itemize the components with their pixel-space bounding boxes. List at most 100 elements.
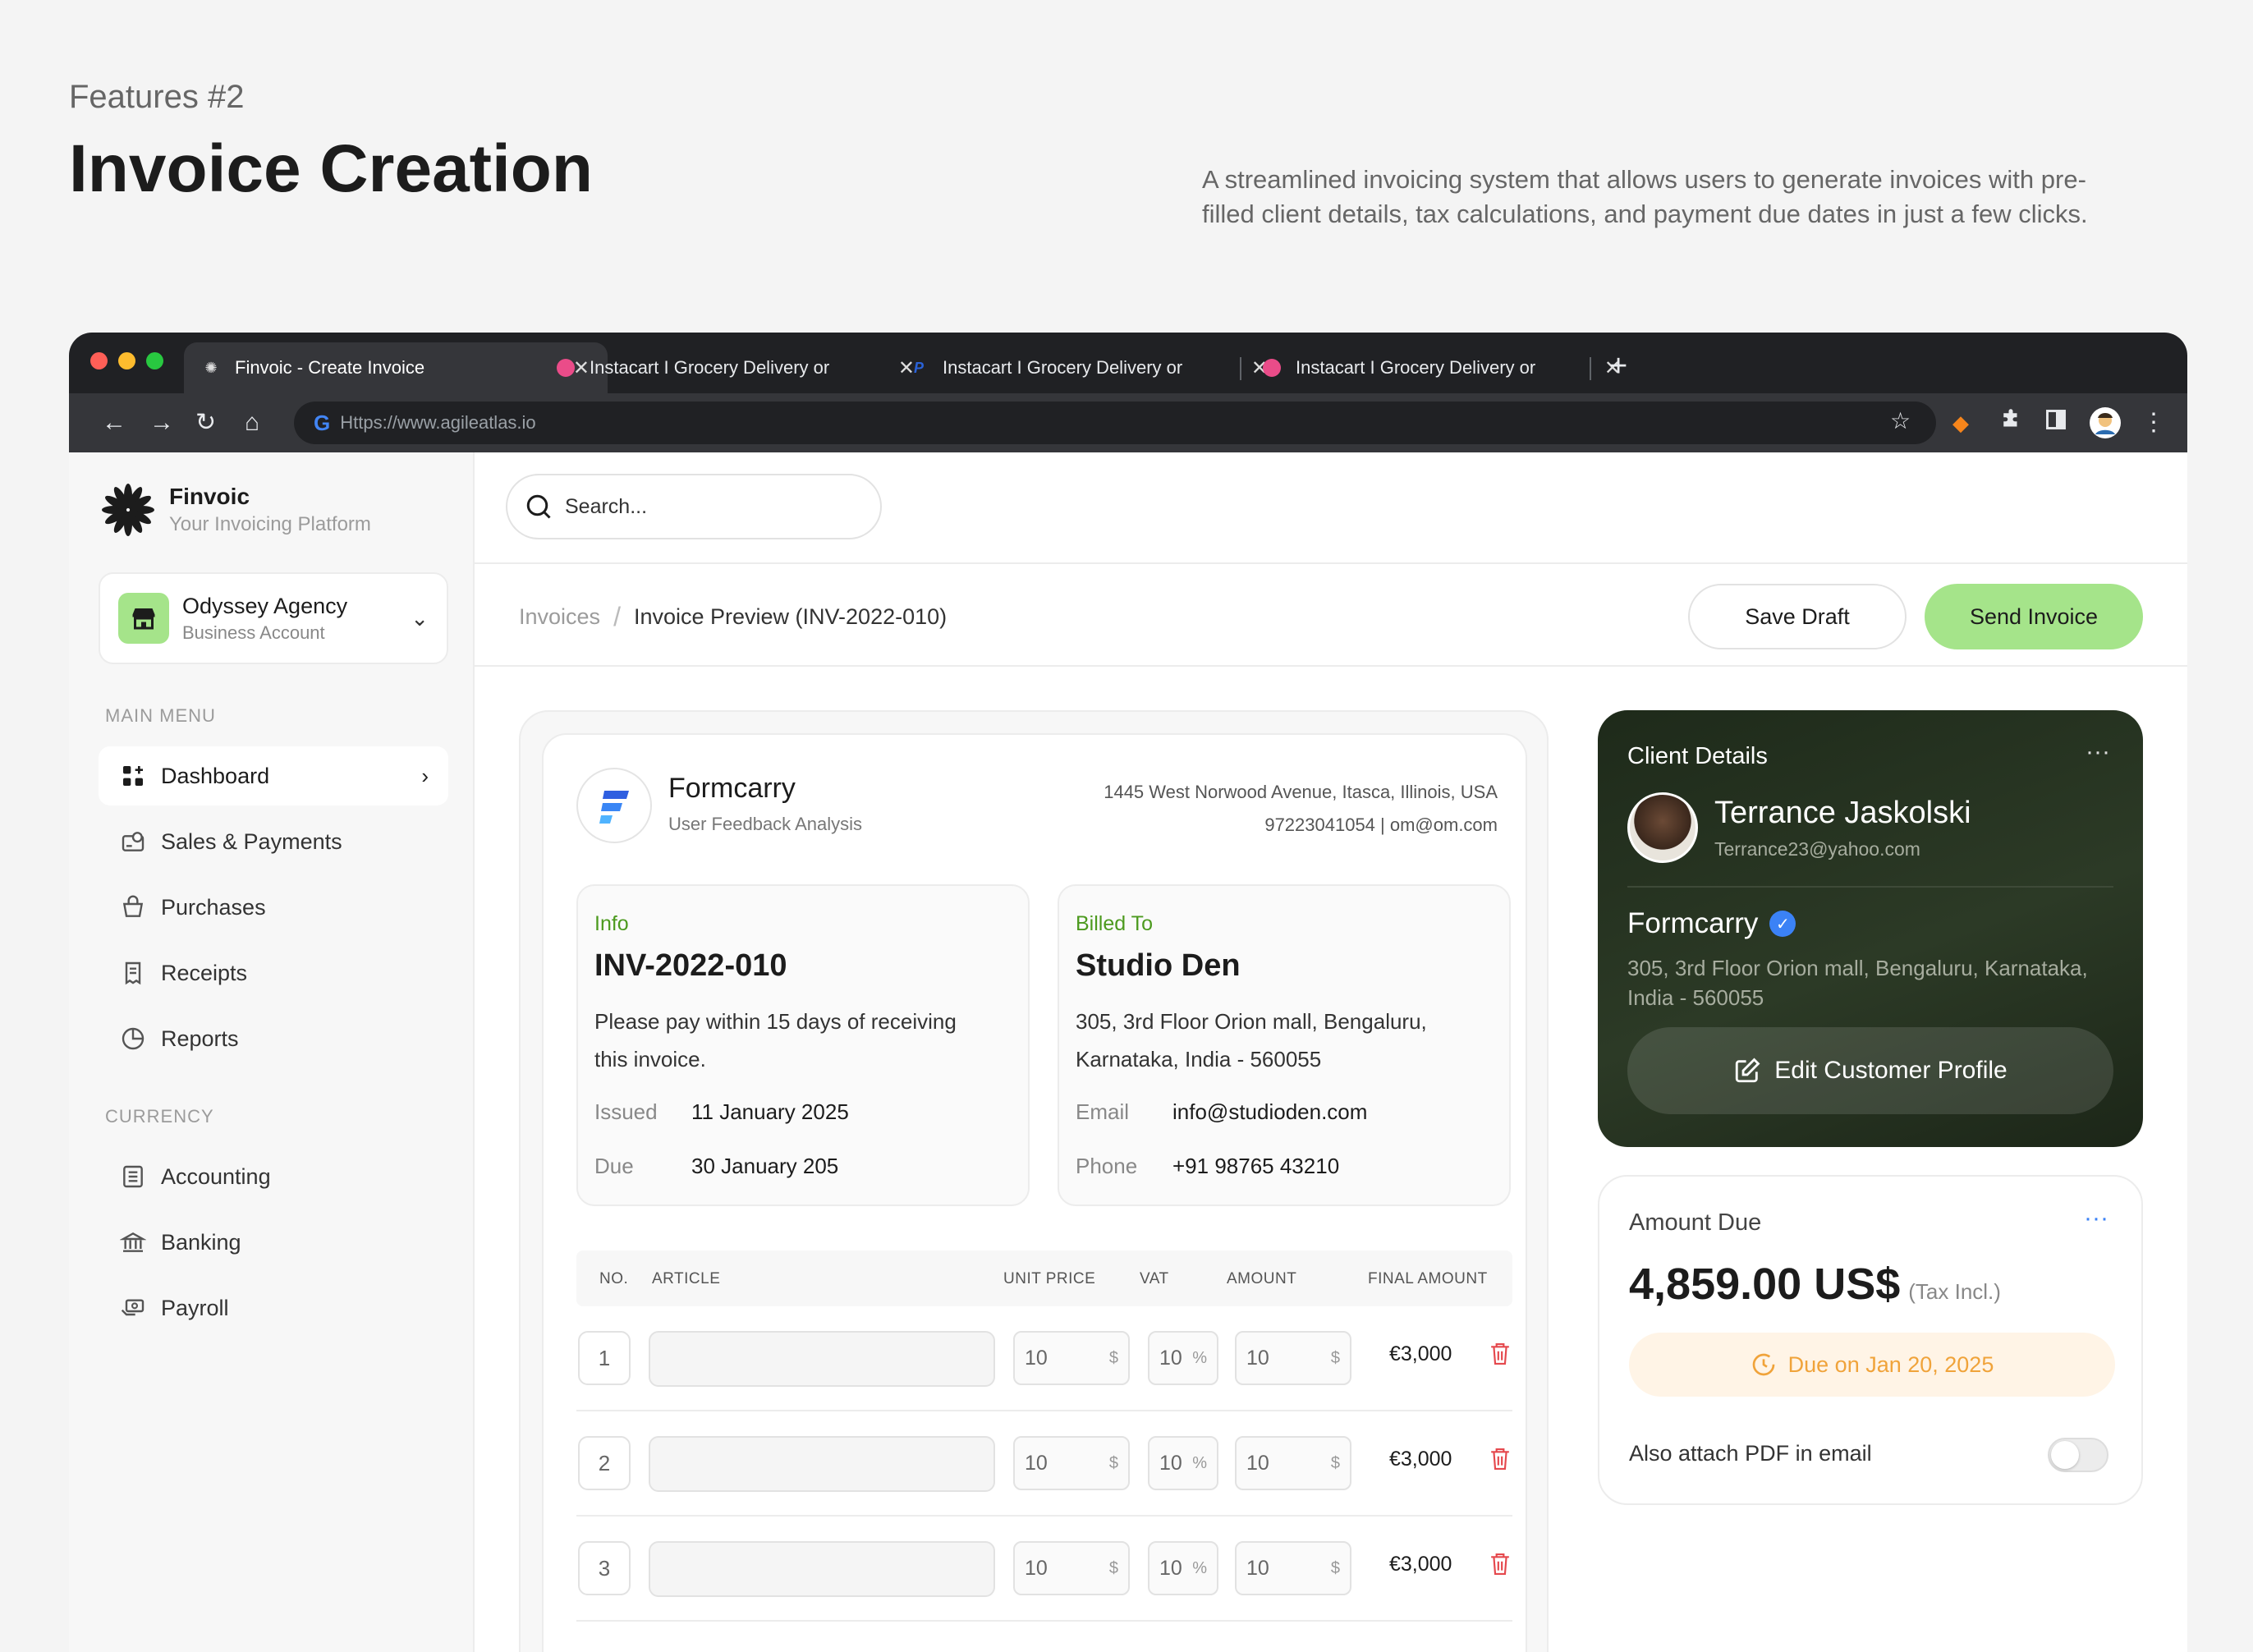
due-label: Due	[594, 1154, 634, 1178]
attach-pdf-toggle[interactable]	[2048, 1438, 2108, 1472]
client-email: Terrance23@yahoo.com	[1714, 838, 1920, 860]
browser-menu-icon[interactable]: ⋮	[2141, 408, 2166, 438]
table-row: 1 10 $ 10% 10 $ €3,000	[576, 1306, 1512, 1411]
article-input[interactable]	[649, 1541, 995, 1597]
company-subtitle: User Feedback Analysis	[668, 814, 862, 834]
final-amount: €3,000	[1389, 1342, 1452, 1365]
unit-price-input[interactable]: 10 $	[1013, 1436, 1130, 1490]
tab-title: Finvoic - Create Invoice	[235, 357, 425, 378]
due-date-badge: Due on Jan 20, 2025	[1629, 1333, 2115, 1397]
sidebar-item-dashboard[interactable]: Dashboard ›	[99, 746, 448, 805]
amount-due-card: Amount Due ··· 4,859.00 US$ (Tax Incl.) …	[1598, 1175, 2143, 1505]
tab-instacart-2[interactable]: P Instacart I Grocery Delivery or ✕	[892, 342, 1286, 393]
side-panel-icon[interactable]	[2044, 408, 2067, 438]
final-amount: €3,000	[1389, 1448, 1452, 1471]
dollar-unit: $	[1330, 1558, 1340, 1577]
search-placeholder: Search...	[565, 494, 648, 518]
new-tab-icon[interactable]: +	[1609, 349, 1627, 384]
table-row: 3 10 $ 10% 10 $ €3,000	[576, 1517, 1512, 1622]
col-unit-price: UNIT PRICE	[1003, 1270, 1096, 1287]
tab-instacart-1[interactable]: Instacart I Grocery Delivery or ✕	[539, 342, 933, 393]
more-options-icon[interactable]: ···	[2084, 1205, 2108, 1232]
hero-description: A streamlined invoicing system that allo…	[1202, 165, 2088, 228]
metamask-extension-icon[interactable]: ◆	[1952, 408, 1969, 438]
receipt-icon	[118, 958, 148, 988]
tab-instacart-3[interactable]: Instacart I Grocery Delivery or ✕	[1245, 342, 1639, 393]
forward-arrow-icon[interactable]: →	[149, 408, 174, 438]
dollar-unit: $	[1108, 1348, 1118, 1367]
divider	[1627, 886, 2113, 888]
sidebar-item-label: Reports	[161, 1026, 239, 1051]
tab-title: Instacart I Grocery Delivery or	[1296, 357, 1536, 378]
vat-value: 10	[1159, 1451, 1182, 1475]
unit-price-input[interactable]: 10 $	[1013, 1331, 1130, 1385]
verified-badge-icon: ✓	[1769, 911, 1796, 937]
main-menu-label: MAIN MENU	[105, 705, 216, 726]
finvoic-favicon-icon: ✺	[204, 359, 218, 376]
info-box: Info INV-2022-010 Please pay within 15 d…	[576, 884, 1030, 1206]
save-draft-button[interactable]: Save Draft	[1688, 584, 1907, 649]
dashboard-grid-icon	[118, 761, 148, 791]
items-table-header: NO. ARTICLE UNIT PRICE VAT AMOUNT FINAL …	[576, 1250, 1512, 1306]
back-arrow-icon[interactable]: ←	[102, 408, 126, 438]
vat-input[interactable]: 10%	[1148, 1331, 1218, 1385]
breadcrumb-current: Invoice Preview (INV-2022-010)	[633, 604, 948, 629]
vat-input[interactable]: 10%	[1148, 1541, 1218, 1595]
edit-customer-profile-button[interactable]: Edit Customer Profile	[1627, 1027, 2113, 1114]
row-number: 2	[578, 1436, 631, 1490]
reload-icon[interactable]: ↻	[195, 408, 216, 438]
maximize-window-dot[interactable]	[146, 352, 163, 369]
breadcrumb-invoices[interactable]: Invoices	[519, 604, 600, 630]
sidebar-item-label: Banking	[161, 1229, 241, 1255]
sidebar-item-reports[interactable]: Reports	[99, 1009, 448, 1068]
sidebar-item-sales-payments[interactable]: Sales & Payments	[99, 812, 448, 871]
trash-icon[interactable]	[1489, 1551, 1511, 1577]
tax-note: (Tax Incl.)	[1908, 1279, 2001, 1304]
article-input[interactable]	[649, 1436, 995, 1492]
unit-price-input[interactable]: 10 $	[1013, 1541, 1130, 1595]
sidebar-item-accounting[interactable]: Accounting	[99, 1147, 448, 1206]
bookmark-star-icon[interactable]: ☆	[1890, 406, 1911, 436]
col-final-amount: FINAL AMOUNT	[1368, 1270, 1488, 1287]
col-vat: VAT	[1140, 1270, 1169, 1287]
vat-input[interactable]: 10%	[1148, 1436, 1218, 1490]
sidebar-item-payroll[interactable]: Payroll	[99, 1278, 448, 1338]
trash-icon[interactable]	[1489, 1446, 1511, 1472]
sidebar-item-banking[interactable]: Banking	[99, 1213, 448, 1272]
browser-window: ✺ Finvoic - Create Invoice ✕ Instacart I…	[69, 333, 2187, 1652]
minimize-window-dot[interactable]	[118, 352, 135, 369]
sidebar-item-label: Sales & Payments	[161, 828, 342, 854]
more-options-icon[interactable]: ···	[2086, 738, 2110, 766]
profile-avatar-icon[interactable]	[2089, 406, 2122, 447]
address-bar[interactable]: G Https://www.agileatlas.io	[294, 402, 1936, 444]
dribbble-favicon-icon	[1263, 359, 1281, 377]
send-invoice-button[interactable]: Send Invoice	[1925, 584, 2143, 649]
trash-icon[interactable]	[1489, 1341, 1511, 1367]
account-name: Odyssey Agency	[182, 593, 348, 618]
home-icon[interactable]: ⌂	[245, 408, 259, 438]
hero-title: Invoice Creation	[69, 131, 593, 206]
final-amount: €3,000	[1389, 1553, 1452, 1576]
extensions-puzzle-icon[interactable]	[1998, 408, 2023, 440]
billed-address: 305, 3rd Floor Orion mall, Bengaluru, Ka…	[1076, 1009, 1427, 1072]
bank-icon	[118, 1228, 148, 1257]
close-window-dot[interactable]	[90, 352, 108, 369]
client-company-name: Formcarry	[1627, 907, 1759, 939]
account-switcher[interactable]: Odyssey Agency Business Account ⌄	[99, 572, 448, 664]
sidebar-item-receipts[interactable]: Receipts	[99, 943, 448, 1003]
amount-value: 10	[1246, 1556, 1269, 1580]
sidebar-item-label: Accounting	[161, 1163, 271, 1189]
amount-input[interactable]: 10 $	[1235, 1436, 1351, 1490]
article-input[interactable]	[649, 1331, 995, 1387]
sidebar-item-purchases[interactable]: Purchases	[99, 878, 448, 937]
brand-name: Finvoic	[169, 484, 250, 509]
store-icon	[118, 593, 169, 644]
dollar-unit: $	[1108, 1558, 1118, 1577]
brand[interactable]: Finvoic Your Invoicing Platform	[100, 482, 371, 538]
amount-input[interactable]: 10 $	[1235, 1331, 1351, 1385]
row-number: 1	[578, 1331, 631, 1385]
client-address: 305, 3rd Floor Orion mall, Bengaluru, Ka…	[1627, 956, 2088, 1010]
amount-input[interactable]: 10 $	[1235, 1541, 1351, 1595]
search-input[interactable]: Search...	[506, 474, 882, 539]
dollar-unit: $	[1108, 1453, 1118, 1472]
